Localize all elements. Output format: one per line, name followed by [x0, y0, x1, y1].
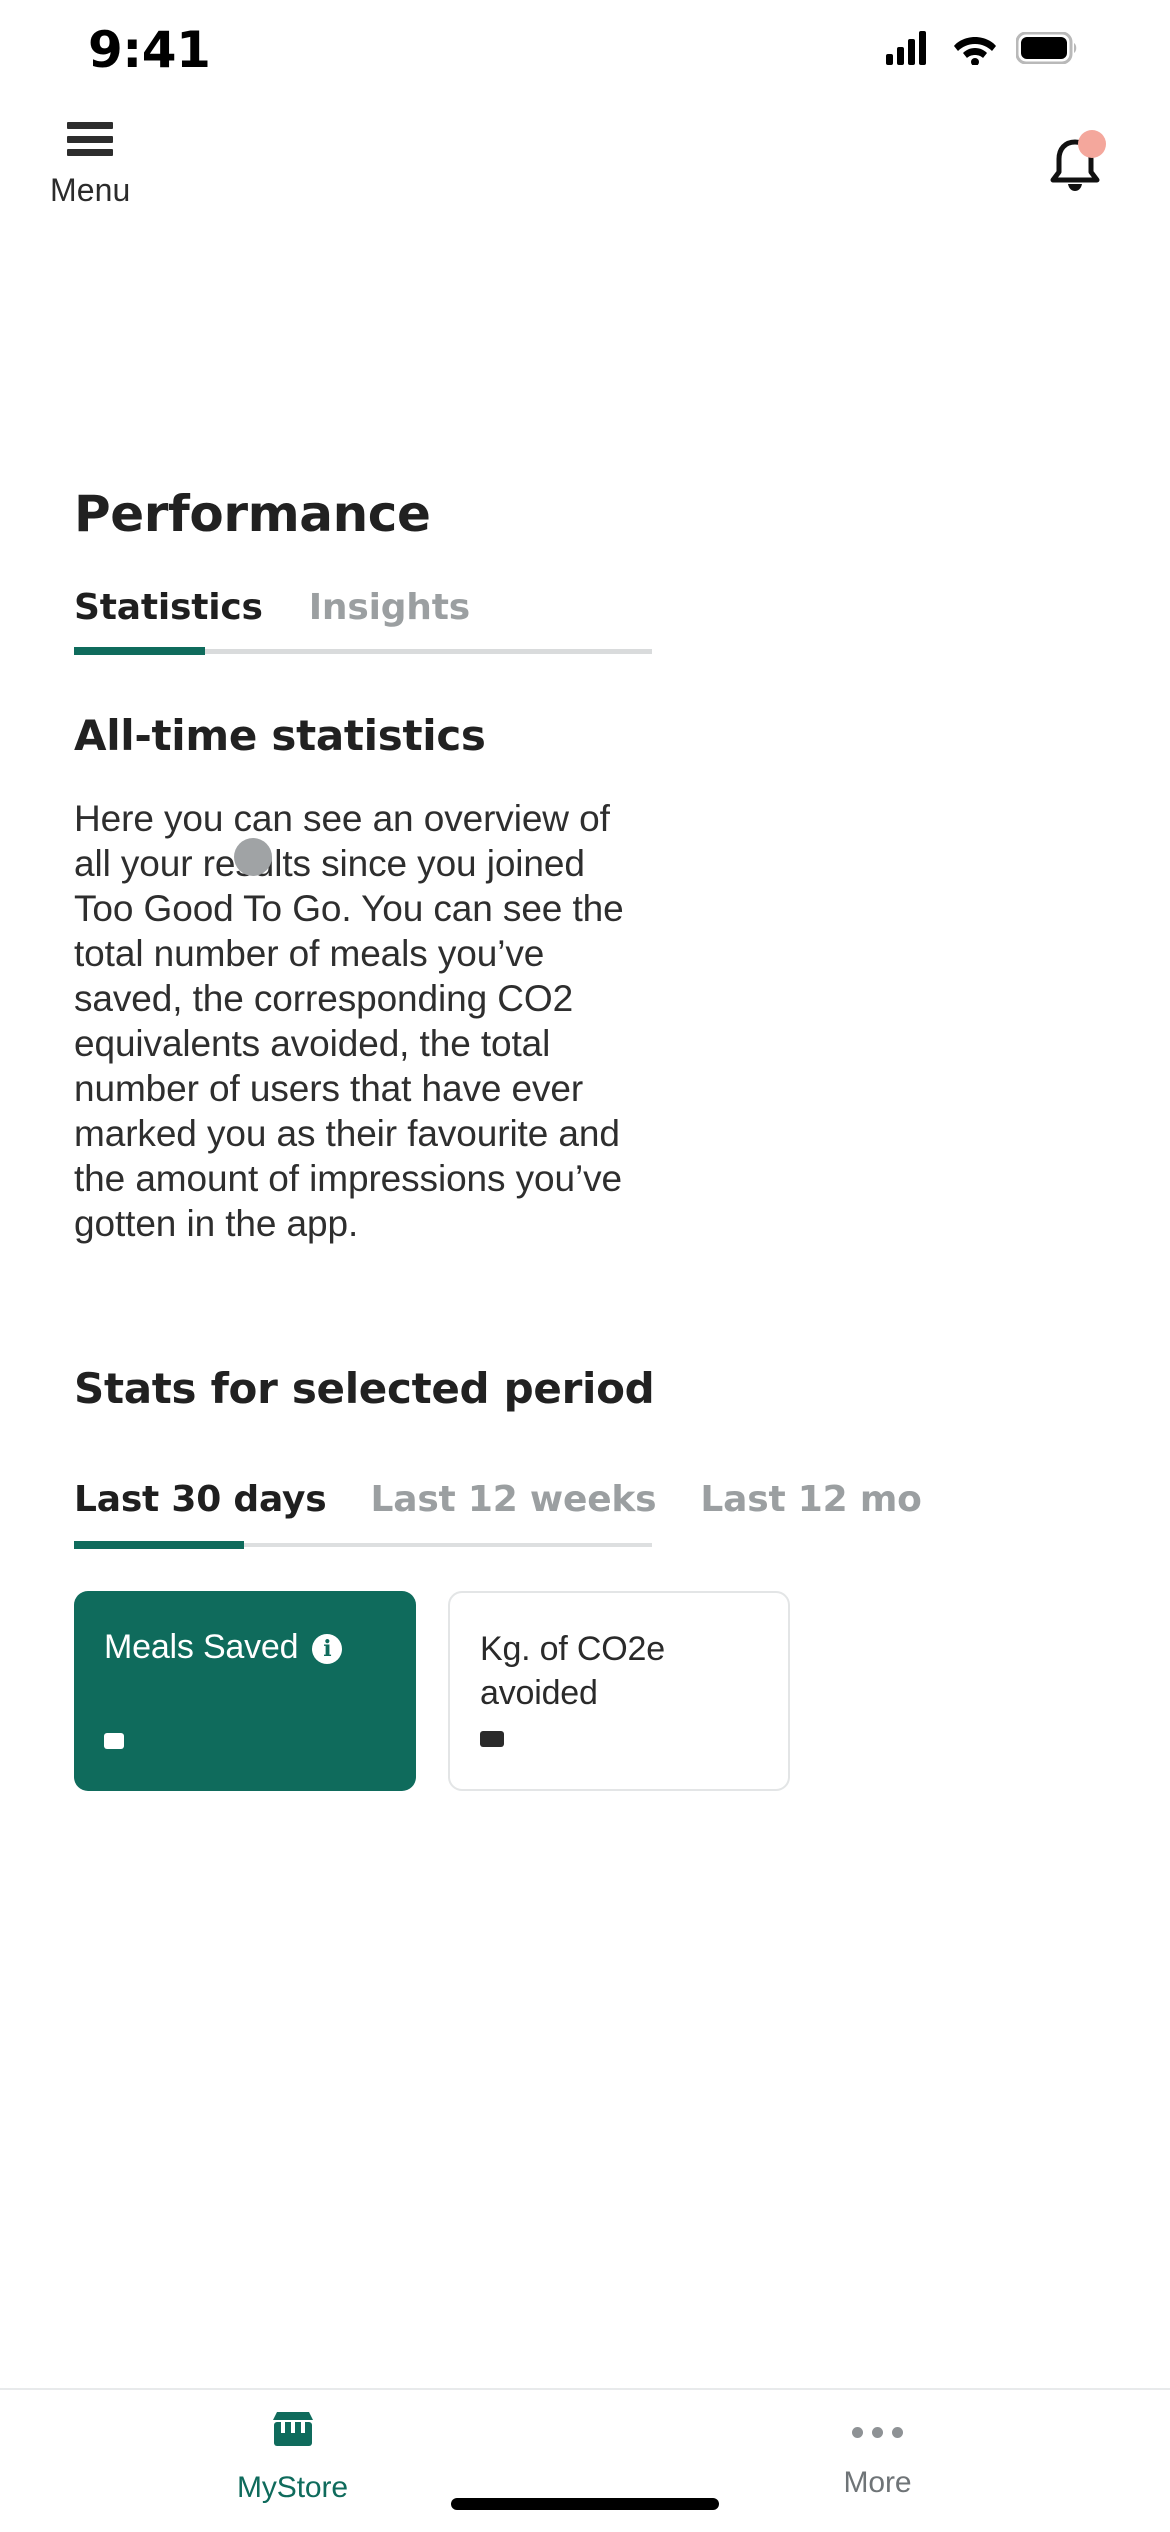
period-tabs: Last 30 days Last 12 weeks Last 12 mo	[0, 1479, 1170, 1549]
tab-active-indicator	[74, 647, 205, 655]
nav-item-mystore[interactable]: MyStore	[0, 2408, 585, 2505]
nav-label-mystore: MyStore	[237, 2471, 348, 2504]
cellular-signal-icon	[886, 30, 934, 70]
battery-full-icon	[1015, 31, 1078, 69]
stat-card-label: Kg. of CO2e avoided	[480, 1630, 665, 1712]
all-time-description: Here you can see an overview of all your…	[74, 798, 624, 1244]
page-title: Performance	[74, 485, 431, 543]
performance-tabs: Statistics Insights	[0, 587, 1170, 655]
ellipsis-icon	[852, 2408, 903, 2456]
notification-badge	[1078, 130, 1106, 158]
period-tab-last-30-days[interactable]: Last 30 days	[74, 1479, 327, 1520]
bottom-navigation: MyStore More	[0, 2388, 1170, 2532]
period-tab-last-12-weeks[interactable]: Last 12 weeks	[370, 1479, 656, 1520]
tab-statistics[interactable]: Statistics	[74, 587, 263, 628]
all-time-heading: All-time statistics	[74, 711, 486, 760]
stat-card-value-placeholder	[104, 1733, 124, 1749]
wifi-icon	[952, 31, 998, 70]
nav-label-more: More	[843, 2466, 912, 2499]
stat-card-co2e-avoided[interactable]: Kg. of CO2e avoided	[448, 1591, 790, 1791]
notifications-button[interactable]	[1040, 128, 1110, 198]
selected-period-heading: Stats for selected period	[74, 1364, 655, 1413]
menu-label: Menu	[50, 172, 131, 208]
status-time: 9:41	[88, 21, 211, 79]
loading-indicator	[234, 838, 272, 876]
menu-button[interactable]: Menu	[50, 122, 130, 209]
stat-card-value-placeholder	[480, 1731, 504, 1747]
meals-saved-label: Meals Saved	[104, 1628, 299, 1666]
hamburger-menu-icon	[67, 122, 114, 156]
status-indicators	[886, 30, 1078, 70]
period-tab-active-indicator	[74, 1541, 244, 1549]
app-screen: 9:41 Menu Performance Statistics Insight…	[0, 0, 1170, 2532]
scroll-content: Performance Statistics Insights All-time…	[0, 390, 1170, 2388]
period-tab-last-12-months[interactable]: Last 12 mo	[700, 1479, 921, 1520]
info-icon[interactable]: i	[312, 1634, 343, 1664]
status-bar: 9:41	[0, 0, 1170, 100]
stat-card-label: Meals Saved i	[104, 1625, 386, 1669]
nav-item-more[interactable]: More	[585, 2408, 1170, 2500]
home-indicator	[451, 2498, 719, 2510]
storefront-icon	[268, 2408, 318, 2461]
stat-card-meals-saved[interactable]: Meals Saved i	[74, 1591, 416, 1791]
app-header: Menu	[0, 100, 1170, 490]
tab-insights[interactable]: Insights	[309, 587, 470, 628]
stat-cards: Meals Saved i Kg. of CO2e avoided	[0, 1591, 1170, 1791]
